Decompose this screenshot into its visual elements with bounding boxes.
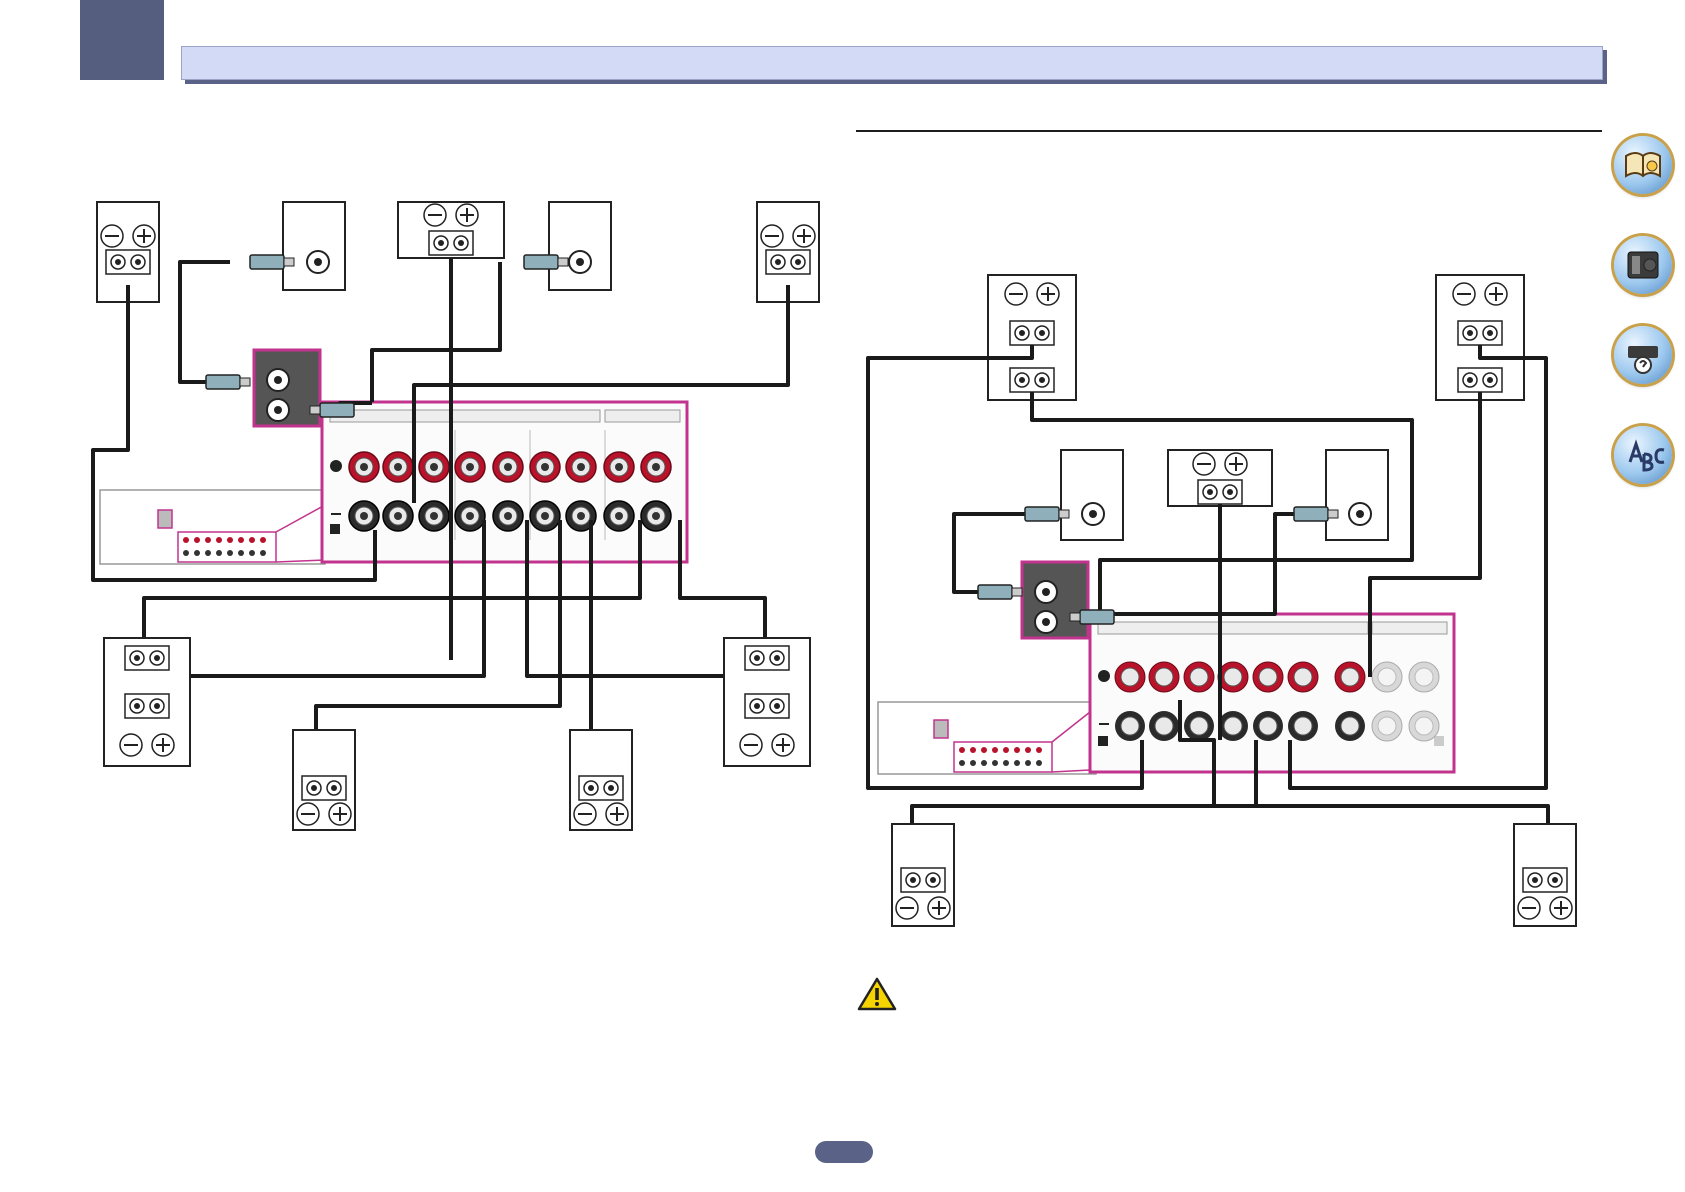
subwoofer-1-right [1060, 449, 1124, 541]
faq-icon[interactable] [1614, 326, 1672, 384]
section-rule [856, 130, 1602, 132]
warning-triangle-icon [857, 977, 897, 1011]
speaker-front-left-bi-amp [987, 274, 1077, 401]
speaker-surround-left-right-diagram [891, 823, 955, 927]
speaker-center-right [1167, 449, 1273, 507]
glossary-icon[interactable] [1614, 426, 1672, 484]
left-wiring-diagram [91, 201, 820, 831]
speaker-front-right-bi-amp [1435, 274, 1525, 401]
speaker-surround-right-right-diagram [1513, 823, 1577, 927]
subwoofer-2-right [1325, 449, 1389, 541]
remote-icon[interactable] [1614, 236, 1672, 294]
subwoofer-1 [282, 201, 346, 291]
speaker-terminal-panel-right [1088, 612, 1456, 774]
subwoofer-2 [548, 201, 612, 291]
page-number [815, 1141, 873, 1163]
manual-icon[interactable] [1614, 136, 1672, 194]
